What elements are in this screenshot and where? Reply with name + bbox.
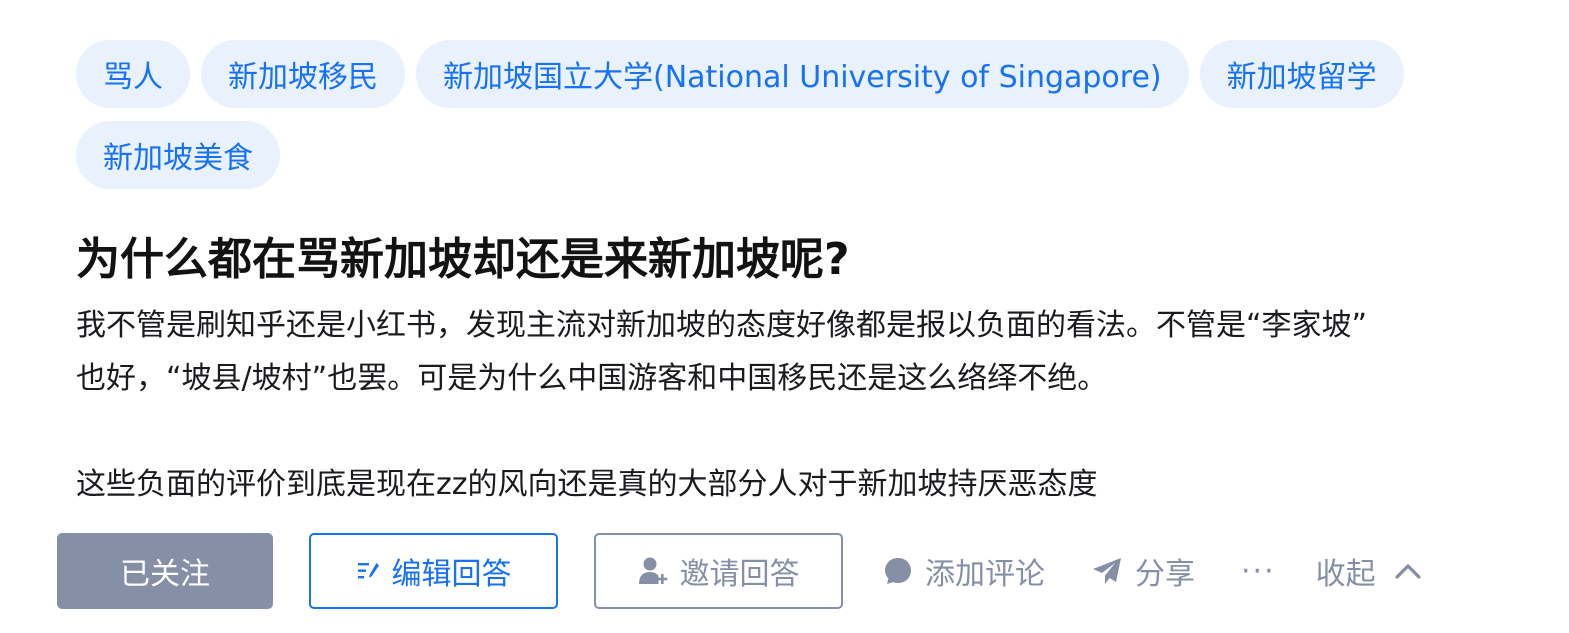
topic-tag[interactable]: 新加坡国立大学(National University of Singapore… bbox=[416, 40, 1189, 108]
more-label: ··· bbox=[1241, 553, 1276, 589]
question-detail-paragraph: 这些负面的评价到底是现在zz的风向还是真的大部分人对于新加坡持厌恶态度 bbox=[76, 467, 1098, 502]
write-answer-button[interactable]: 编辑回答 bbox=[309, 533, 558, 609]
edit-icon bbox=[356, 559, 382, 583]
topic-tag[interactable]: 新加坡美食 bbox=[76, 121, 280, 189]
topic-tags: 骂人 新加坡移民 新加坡国立大学(National University of … bbox=[76, 40, 1476, 189]
invite-answer-label: 邀请回答 bbox=[679, 557, 800, 592]
question-detail: 我不管是刷知乎还是小红书，发现主流对新加坡的态度好像都是报以负面的看法。不管是“… bbox=[76, 299, 1554, 511]
follow-button-label: 已关注 bbox=[120, 557, 210, 592]
question-header: 骂人 新加坡移民 新加坡国立大学(National University of … bbox=[76, 40, 1556, 511]
write-answer-label: 编辑回答 bbox=[391, 557, 512, 592]
invite-user-icon bbox=[638, 556, 670, 586]
topic-tag[interactable]: 新加坡移民 bbox=[201, 40, 405, 108]
question-detail-line: 我不管是刷知乎还是小红书，发现主流对新加坡的态度好像都是报以负面的看法。不管是“… bbox=[76, 308, 1368, 343]
add-comment-label: 添加评论 bbox=[925, 557, 1045, 592]
follow-button[interactable]: 已关注 bbox=[57, 533, 273, 609]
invite-answer-button[interactable]: 邀请回答 bbox=[594, 533, 843, 609]
add-comment-button[interactable]: 添加评论 bbox=[883, 533, 1045, 609]
collapse-label: 收起 bbox=[1315, 557, 1376, 592]
topic-tag[interactable]: 新加坡留学 bbox=[1199, 40, 1404, 108]
comment-bubble-icon bbox=[883, 556, 913, 586]
question-actions: 已关注 编辑回答 邀请回答 添加评论 分享 ··· 收起 bbox=[57, 533, 1422, 609]
more-menu-button[interactable]: ··· bbox=[1241, 533, 1276, 609]
paper-plane-icon bbox=[1091, 556, 1123, 586]
topic-tag[interactable]: 骂人 bbox=[76, 40, 190, 108]
collapse-button[interactable]: 收起 bbox=[1316, 533, 1422, 609]
question-detail-line: 也好，“坡县/坡村”也罢。可是为什么中国游客和中国移民还是这么络绎不绝。 bbox=[76, 361, 1108, 396]
question-title[interactable]: 为什么都在骂新加坡却还是来新加坡呢? bbox=[76, 229, 1556, 291]
share-button[interactable]: 分享 bbox=[1091, 533, 1195, 609]
chevron-up-icon bbox=[1394, 562, 1422, 580]
share-label: 分享 bbox=[1135, 557, 1195, 592]
